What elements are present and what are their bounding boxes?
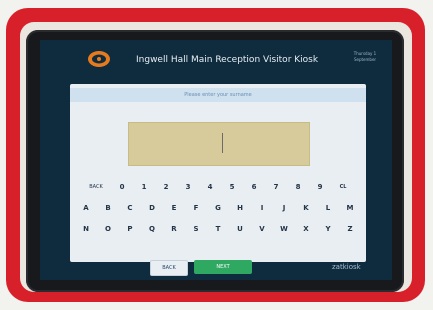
key-i[interactable]: I [254, 201, 270, 215]
key-c[interactable]: C [122, 201, 138, 215]
keyboard-row-3: N O P Q R S T U V W X Y Z [70, 222, 366, 236]
key-z[interactable]: Z [342, 222, 358, 236]
header: Ingwell Hall Main Reception Visitor Kios… [40, 40, 392, 80]
key-u[interactable]: U [232, 222, 248, 236]
page-title: Ingwell Hall Main Reception Visitor Kios… [136, 55, 319, 65]
surname-input[interactable] [128, 122, 310, 166]
key-4[interactable]: 4 [202, 180, 218, 194]
key-t[interactable]: T [210, 222, 226, 236]
key-7[interactable]: 7 [268, 180, 284, 194]
key-o[interactable]: O [100, 222, 116, 236]
footer-bar: BACK NEXT zatkiosk [40, 256, 392, 278]
key-m[interactable]: M [342, 201, 358, 215]
key-j[interactable]: J [276, 201, 292, 215]
logo-graphic [88, 51, 110, 67]
keyboard-row-1: BACK 0 1 2 3 4 5 6 7 8 9 CL [70, 180, 366, 194]
key-9[interactable]: 9 [312, 180, 328, 194]
date-info: Thursday 1 September [340, 51, 390, 63]
text-caret [222, 133, 223, 153]
key-f[interactable]: F [188, 201, 204, 215]
key-3[interactable]: 3 [180, 180, 196, 194]
key-8[interactable]: 8 [290, 180, 306, 194]
next-button[interactable]: NEXT [194, 260, 252, 274]
key-b[interactable]: B [100, 201, 116, 215]
kiosk-screen: Ingwell Hall Main Reception Visitor Kios… [40, 40, 392, 280]
key-n[interactable]: N [78, 222, 94, 236]
key-back[interactable]: BACK [84, 180, 108, 194]
key-k[interactable]: K [298, 201, 314, 215]
key-w[interactable]: W [276, 222, 292, 236]
key-5[interactable]: 5 [224, 180, 240, 194]
key-l[interactable]: L [320, 201, 336, 215]
key-v[interactable]: V [254, 222, 270, 236]
logo-icon [84, 48, 114, 70]
keyboard-row-2: A B C D E F G H I J K L M [70, 201, 366, 215]
key-g[interactable]: G [210, 201, 226, 215]
key-2[interactable]: 2 [158, 180, 174, 194]
back-button[interactable]: BACK [150, 260, 188, 276]
prompt-bar: Please enter your surname [70, 88, 366, 102]
key-a[interactable]: A [78, 201, 94, 215]
key-q[interactable]: Q [144, 222, 160, 236]
entry-panel: Please enter your surname BACK 0 1 2 3 4… [70, 84, 366, 262]
key-6[interactable]: 6 [246, 180, 262, 194]
on-screen-keyboard: BACK 0 1 2 3 4 5 6 7 8 9 CL A B C D E F … [70, 180, 366, 236]
key-p[interactable]: P [122, 222, 138, 236]
key-0[interactable]: 0 [114, 180, 130, 194]
date-line-2: September [353, 57, 377, 62]
key-1[interactable]: 1 [136, 180, 152, 194]
key-d[interactable]: D [144, 201, 160, 215]
key-y[interactable]: Y [320, 222, 336, 236]
key-clear[interactable]: CL [334, 180, 352, 194]
key-x[interactable]: X [298, 222, 314, 236]
key-e[interactable]: E [166, 201, 182, 215]
key-s[interactable]: S [188, 222, 204, 236]
key-h[interactable]: H [232, 201, 248, 215]
brand-logo: zatkiosk [332, 263, 361, 271]
key-r[interactable]: R [166, 222, 182, 236]
